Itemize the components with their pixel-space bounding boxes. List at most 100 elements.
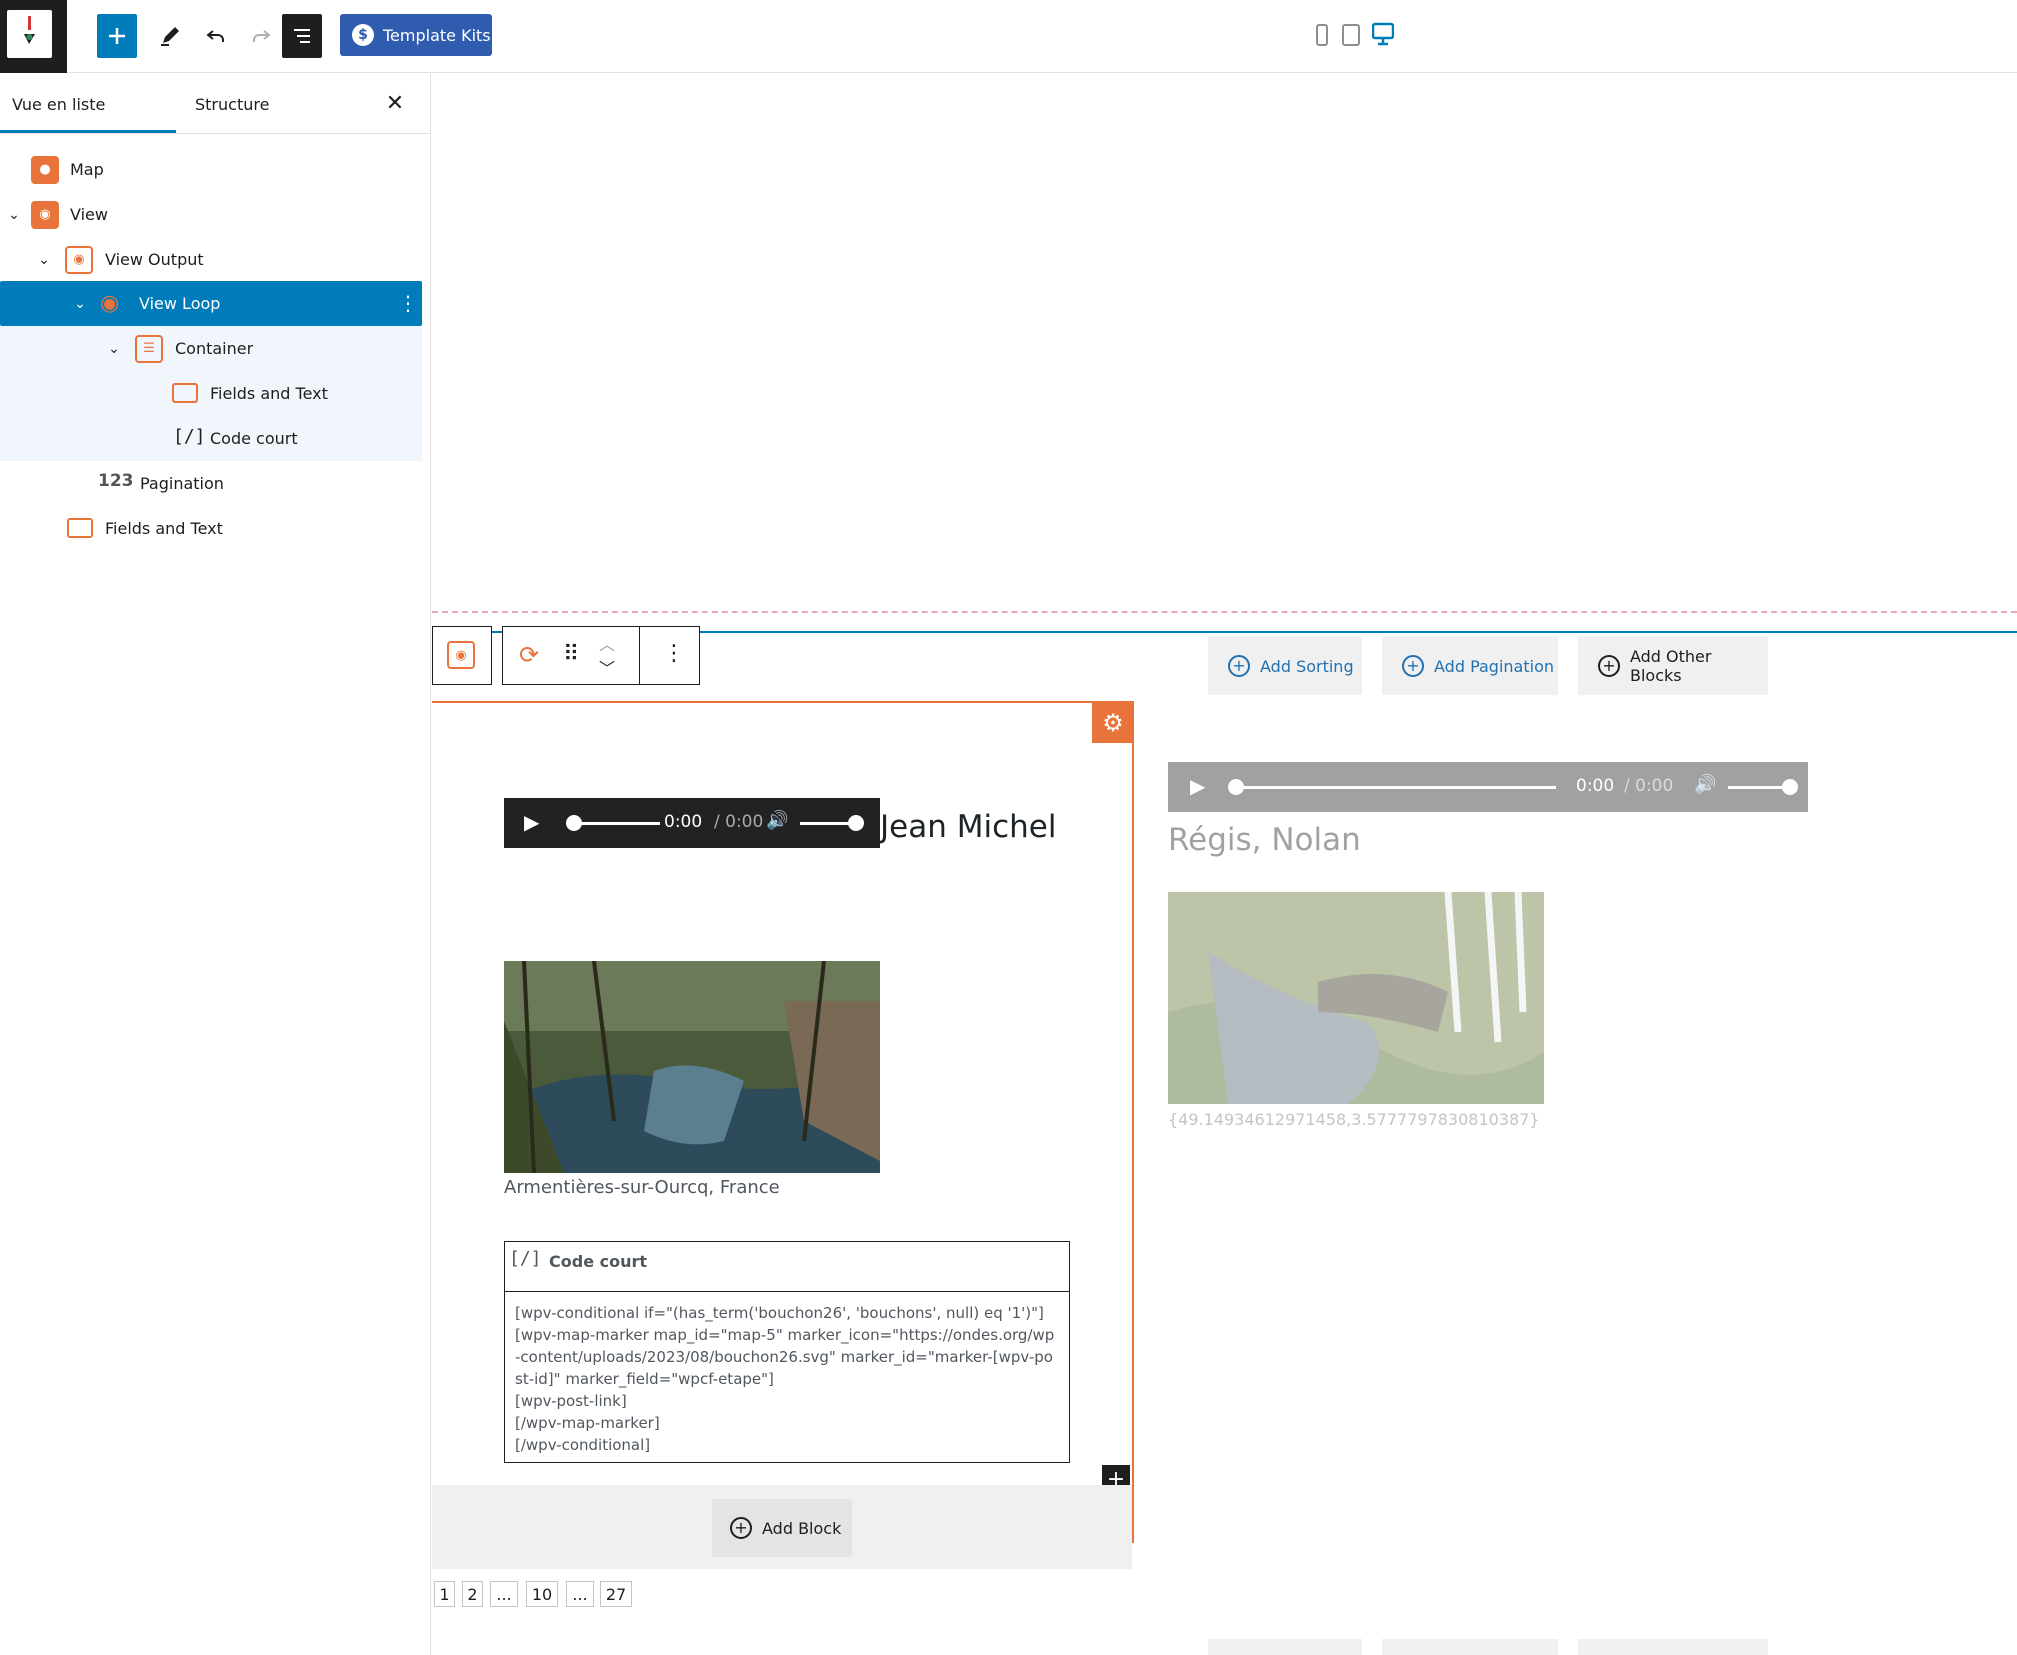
gear-icon[interactable]: ⚙ [1092,703,1134,743]
audio-progress-thumb[interactable] [1228,779,1244,795]
add-other-blocks-label: Add Other Blocks [1629,647,1712,685]
sidebar-item-container[interactable]: ⌄ ☰ Container [0,326,422,371]
loop-item-card[interactable]: ⚙ ▶ 0:00 / 0:00 🔊 Jean Michel Armentière [432,701,1134,1569]
add-other-blocks-button[interactable]: + Add Other Blocks [1578,637,1768,695]
sidebar-item-fields-and-text[interactable]: Fields and Text [0,506,422,551]
undo-icon [206,30,224,42]
chevron-down-icon[interactable]: ⌄ [6,207,22,223]
plus-circle-icon: + [1598,655,1620,677]
sidebar-item-label: View Output [105,250,204,269]
add-block-button[interactable] [97,14,137,58]
audio-duration: / 0:00 [1624,776,1674,796]
parent-block-selector[interactable]: ◉ [432,626,492,685]
post-title: Jean Michel [880,809,1057,845]
location-text: Armentières-sur-Ourcq, France [504,1177,780,1198]
keyboard-icon [172,383,198,403]
chevron-down-icon[interactable]: ⌄ [72,296,88,312]
add-sorting-button[interactable]: + Add Sorting [1208,637,1362,695]
active-tab-indicator [0,130,176,133]
close-icon[interactable]: ✕ [382,90,408,116]
sidebar-item-map[interactable]: ● Map [0,147,422,192]
add-pagination-label: Add Pagination [1434,656,1554,676]
post-title: Régis, Nolan [1168,822,1361,858]
editor-canvas[interactable]: ◉ ⟳ ⠿ ︿ ﹀ ⋮ + Add Sorting + Add Paginati… [432,74,2017,1655]
add-block-area: + Add Block [432,1485,1132,1569]
pagination-page-27[interactable]: 27 [600,1581,632,1607]
plus-icon [109,28,125,44]
eye-icon: ◉ [100,291,120,316]
play-icon[interactable]: ▶ [524,810,539,834]
tools-button[interactable] [150,14,190,58]
audio-progress-thumb[interactable] [566,815,582,831]
add-block-button[interactable]: + Add Block [712,1499,852,1557]
shortcode-block[interactable]: [/] Code court [wpv-conditional if="(has… [504,1241,1070,1463]
pencil-icon [161,27,179,46]
sidebar-item-view-loop[interactable]: ⌄ ◉ View Loop ⋮ [0,281,422,326]
mobile-preview-icon[interactable] [1316,24,1328,46]
plus-circle-icon: + [730,1517,752,1539]
audio-duration: / 0:00 [714,812,764,832]
sidebar-item-view-output[interactable]: ⌄ ◉ View Output [0,237,422,282]
pagination-page-1[interactable]: 1 [434,1581,455,1607]
tab-structure[interactable]: Structure [195,74,269,134]
sidebar-item-view[interactable]: ⌄ ◉ View [0,192,422,237]
featured-image [1168,892,1544,1104]
move-up-icon[interactable]: ︿ [599,631,615,655]
list-view-button[interactable] [282,14,322,58]
template-kits-button[interactable]: $ Template Kits [340,14,492,56]
editor-toolbar: $ Template Kits [0,0,2017,73]
list-view-sidebar: Vue en liste Structure ✕ ● Map ⌄ ◉ View … [0,74,431,1655]
sidebar-item-fields-and-text[interactable]: Fields and Text [0,371,422,416]
map-pin-icon: ● [31,155,59,184]
shortcode-header: [/] Code court [505,1242,1069,1292]
plus-circle-icon: + [1228,655,1250,677]
desktop-preview-icon[interactable] [1371,22,1395,50]
volume-slider[interactable] [1728,786,1790,789]
eye-icon: ◉ [65,245,93,274]
pagination-page-2[interactable]: 2 [462,1581,483,1607]
eye-icon: ◉ [447,641,475,669]
audio-progress-track[interactable] [1236,786,1556,789]
chevron-down-icon[interactable]: ⌄ [36,252,52,268]
volume-icon[interactable]: 🔊 [766,810,788,831]
volume-thumb[interactable] [848,815,864,831]
sidebar-tabs: Vue en liste Structure ✕ [0,74,431,134]
sidebar-item-label: Container [175,339,254,358]
sidebar-item-code-court[interactable]: [/] Code court [0,416,422,461]
coordinates-text: {49.14934612971458,3.5777797830810387} [1168,1110,1540,1129]
sidebar-item-pagination[interactable]: 123 Pagination [0,461,422,506]
shortcode-title: Code court [549,1252,648,1271]
plus-circle-icon: + [1402,655,1424,677]
site-logo[interactable] [0,0,67,73]
list-view-icon [294,29,310,43]
audio-progress-track[interactable] [572,822,660,825]
more-options-icon[interactable]: ⋮ [398,291,418,315]
template-kits-label: Template Kits [383,25,491,45]
audio-player[interactable]: ▶ 0:00 / 0:00 🔊 [504,798,880,848]
map-block-boundary [432,611,2017,613]
drag-handle-icon[interactable]: ⠿ [563,642,579,667]
volume-thumb[interactable] [1782,779,1798,795]
add-other-blocks-button-duplicate [1578,1639,1768,1655]
more-options-icon[interactable]: ⋮ [663,641,685,666]
sidebar-item-label: View Loop [139,294,221,313]
tab-list-view[interactable]: Vue en liste [12,74,105,134]
redo-icon [253,30,271,42]
tablet-preview-icon[interactable] [1342,24,1360,46]
add-block-label: Add Block [762,1518,842,1538]
redo-button[interactable] [241,14,281,58]
eye-icon: ◉ [31,200,59,229]
play-icon[interactable]: ▶ [1190,774,1205,798]
transform-block-icon[interactable]: ⟳ [519,641,539,669]
container-icon: ☰ [135,334,163,363]
chevron-down-icon[interactable]: ⌄ [106,341,122,357]
pagination-ellipsis: ... [490,1581,518,1607]
sidebar-item-label: Map [70,160,104,179]
volume-icon[interactable]: 🔊 [1694,774,1716,795]
audio-player[interactable]: ▶ 0:00 / 0:00 🔊 [1168,762,1808,812]
undo-button[interactable] [196,14,236,58]
pagination-page-10[interactable]: 10 [526,1581,558,1607]
add-pagination-button[interactable]: + Add Pagination [1382,637,1558,695]
shortcode-textarea[interactable]: [wpv-conditional if="(has_term('bouchon2… [515,1302,1059,1456]
move-down-icon[interactable]: ﹀ [599,655,615,679]
